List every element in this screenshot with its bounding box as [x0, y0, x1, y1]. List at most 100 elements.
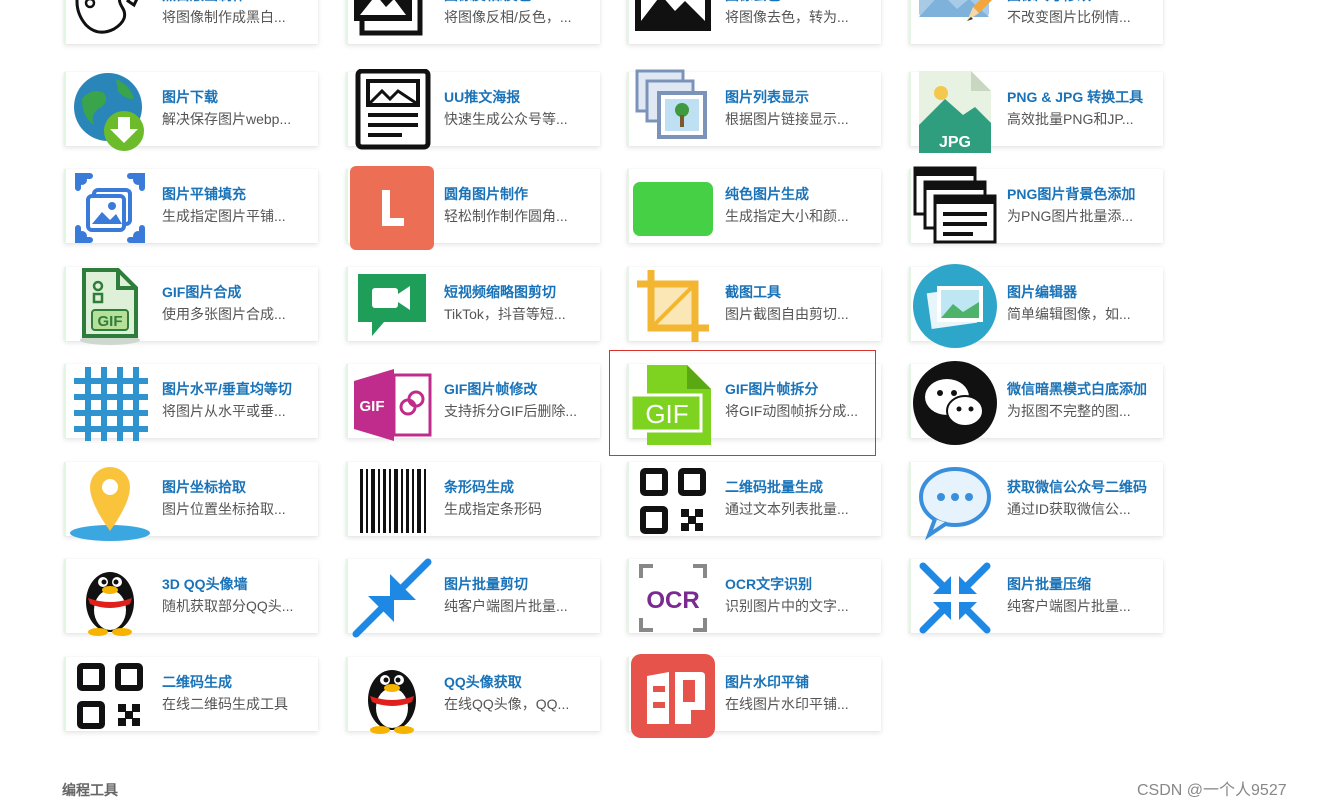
crop-icon	[631, 264, 715, 348]
tool-card-description: 生成指定条形码	[444, 501, 542, 517]
tool-card-qqwall[interactable]: 3D QQ头像墙随机获取部分QQ头...	[64, 559, 318, 636]
tool-card-title[interactable]: 图片下载	[162, 87, 314, 107]
tool-card-ocr[interactable]: OCR OCR文字识别 识别图片中的文字...	[627, 559, 881, 633]
tool-card-compress[interactable]: 图片批量压缩 纯客户端图片批量...	[909, 559, 1163, 634]
tool-card-qrgen[interactable]: 二维码生成 在线二维码生成工具	[64, 657, 318, 731]
tool-card-description: 简单编辑图像，如...	[1007, 306, 1131, 322]
tool-card-title[interactable]: GIF图片帧拆分	[725, 379, 877, 399]
windows-stack-icon	[913, 166, 997, 250]
tool-card-title[interactable]: 条形码生成	[444, 477, 596, 497]
tool-card-gray[interactable]: 图像去色将图像去色，转为...	[627, 0, 881, 44]
tool-card-description: 图片位置坐标拾取...	[162, 501, 286, 517]
tool-card-title[interactable]: 图片批量压缩	[1007, 574, 1159, 594]
image-list-icon	[631, 69, 715, 153]
tool-card-title[interactable]: GIF图片帧修改	[444, 379, 596, 399]
tool-card-barcode[interactable]: 条形码生成生成指定条形码	[346, 462, 600, 536]
tool-card-title[interactable]: GIF图片合成	[162, 282, 314, 302]
tool-card-editor[interactable]: 图片编辑器简单编辑图像，如...	[909, 264, 1163, 348]
tool-card-title[interactable]: PNG & JPG 转换工具	[1007, 87, 1159, 107]
solid-color-icon	[631, 166, 715, 250]
tool-card-crop[interactable]: 截图工具 图片截图自由剪切...	[627, 267, 881, 342]
barcode-icon	[350, 459, 434, 543]
tool-card-title[interactable]: 图像尺寸修改	[1007, 0, 1159, 5]
tool-card-description: 生成指定大小和颜...	[725, 208, 849, 224]
svg-text:GIF: GIF	[360, 398, 385, 415]
section-title: 编程工具	[62, 782, 118, 798]
tool-card-description: 将图像制作成黑白...	[162, 9, 286, 25]
tool-card-title[interactable]: 黑白版画制作	[162, 0, 314, 5]
tool-card-download[interactable]: 图片下载 解决保存图片webp...	[64, 72, 318, 151]
qr-code-icon	[631, 459, 715, 543]
tool-card-round[interactable]: 圆角图片制作轻松制作制作圆角...	[346, 166, 600, 250]
tool-card-title[interactable]: QQ头像获取	[444, 672, 596, 692]
svg-text:OCR: OCR	[646, 587, 699, 614]
tool-card-title[interactable]: 纯色图片生成	[725, 184, 877, 204]
chat-bubble-icon	[913, 459, 997, 543]
tool-card-description: 将GIF动图帧拆分成...	[725, 403, 858, 419]
tool-card-title[interactable]: 图片水印平铺	[725, 672, 877, 692]
tool-card-invert[interactable]: 图像反相/反色将图像反相/反色，...	[346, 0, 600, 44]
tool-card-pngjpg[interactable]: JPG PNG & JPG 转换工具 高效批量PNG和JP...	[909, 71, 1163, 153]
qr-code-icon	[68, 654, 152, 738]
tool-card-description: 根据图片链接显示...	[725, 111, 849, 127]
tool-card-qqavatar[interactable]: QQ头像获取 在线QQ头像，QQ...	[346, 657, 600, 734]
tool-card-title[interactable]: 二维码批量生成	[725, 477, 877, 497]
tool-card-description: 为PNG图片批量添...	[1007, 208, 1134, 224]
qq-penguin-icon	[350, 654, 434, 738]
wechat-icon	[913, 361, 997, 445]
tool-card-description: 支持拆分GIF后删除...	[444, 403, 577, 419]
tool-card-split[interactable]: 图片水平/垂直均等切 将图片从水平或垂...	[64, 364, 318, 441]
tool-card-cut[interactable]: 图片批量剪切纯客户端图片批量...	[346, 558, 600, 638]
tool-card-title[interactable]: UU推文海报	[444, 87, 596, 107]
tool-card-description: 在线图片水印平铺...	[725, 696, 849, 712]
tool-card-title[interactable]: 图片水平/垂直均等切	[162, 379, 314, 399]
tool-card-title[interactable]: 图像反相/反色	[444, 0, 596, 5]
tool-card-title[interactable]: 图片列表显示	[725, 87, 877, 107]
globe-download-icon	[68, 69, 152, 153]
tool-card-wxqr[interactable]: 获取微信公众号二维码 通过ID获取微信公...	[909, 462, 1163, 541]
tool-card-gifsplit[interactable]: GIF GIF图片帧拆分 将GIF动图帧拆分成...	[627, 364, 881, 445]
tool-card-description: 为抠图不完整的图...	[1007, 403, 1131, 419]
tool-card-list[interactable]: 图片列表显示根据图片链接显示...	[627, 69, 881, 146]
tool-card-description: 生成指定图片平铺...	[162, 208, 286, 224]
ocr-icon: OCR	[631, 556, 715, 640]
tool-card-title[interactable]: PNG图片背景色添加	[1007, 184, 1159, 204]
tool-card-title[interactable]: 圆角图片制作	[444, 184, 596, 204]
tool-card-tile[interactable]: 图片平铺填充生成指定图片平铺...	[64, 169, 318, 243]
tool-card-title[interactable]: OCR文字识别	[725, 574, 877, 594]
tool-card-title[interactable]: 图片编辑器	[1007, 282, 1159, 302]
tool-card-description: 随机获取部分QQ头...	[162, 598, 294, 614]
tool-card-title[interactable]: 图像去色	[725, 0, 877, 5]
tool-card-resize[interactable]: 图像尺寸修改不改变图片比例情...	[909, 0, 1163, 44]
jpg-file-icon: JPG	[913, 69, 997, 153]
tool-card-bw[interactable]: 黑白版画制作将图像制作成黑白...	[64, 0, 318, 44]
tool-card-title[interactable]: 图片坐标拾取	[162, 477, 314, 497]
tool-card-title[interactable]: 图片平铺填充	[162, 184, 314, 204]
tool-card-watermark[interactable]: 图片水印平铺在线图片水印平铺...	[627, 654, 881, 738]
tool-card-poster[interactable]: UU推文海报 快速生成公众号等...	[346, 69, 600, 150]
tool-card-title[interactable]: 短视频缩略图剪切	[444, 282, 596, 302]
tool-card-solid[interactable]: 纯色图片生成生成指定大小和颜...	[627, 169, 881, 243]
tool-card-wechatdark[interactable]: 微信暗黑模式白底添加为抠图不完整的图...	[909, 361, 1163, 445]
tool-card-qrbatch[interactable]: 二维码批量生成通过文本列表批量...	[627, 462, 881, 536]
tool-card-title[interactable]: 3D QQ头像墙	[162, 574, 314, 594]
tool-card-title[interactable]: 获取微信公众号二维码	[1007, 477, 1159, 497]
palette-icon	[68, 0, 152, 51]
gif-file-icon: GIF	[68, 264, 152, 348]
tool-card-gifedit[interactable]: GIF GIF图片帧修改支持拆分GIF后删除...	[346, 364, 600, 441]
tool-card-title[interactable]: 二维码生成	[162, 672, 314, 692]
tool-card-description: 纯客户端图片批量...	[444, 598, 568, 614]
tool-card-title[interactable]: 微信暗黑模式白底添加	[1007, 379, 1159, 399]
tool-card-description: 轻松制作制作圆角...	[444, 208, 568, 224]
tool-card-description: 不改变图片比例情...	[1007, 9, 1131, 25]
tool-card-title[interactable]: 截图工具	[725, 282, 877, 302]
tool-card-description: TikTok，抖音等短...	[444, 306, 566, 322]
tool-card-gifmerge[interactable]: GIF GIF图片合成 使用多张图片合成...	[64, 267, 318, 345]
tool-card-coord[interactable]: 图片坐标拾取图片位置坐标拾取...	[64, 462, 318, 541]
tool-card-pngbg[interactable]: PNG图片背景色添加为PNG图片批量添...	[909, 166, 1163, 244]
tool-card-description: 通过文本列表批量...	[725, 501, 849, 517]
tool-card-title[interactable]: 图片批量剪切	[444, 574, 596, 594]
mountain-image-icon	[631, 0, 715, 51]
tool-card-videothumb[interactable]: 短视频缩略图剪切 TikTok，抖音等短...	[346, 267, 600, 341]
compress-arrows-icon	[350, 556, 434, 640]
